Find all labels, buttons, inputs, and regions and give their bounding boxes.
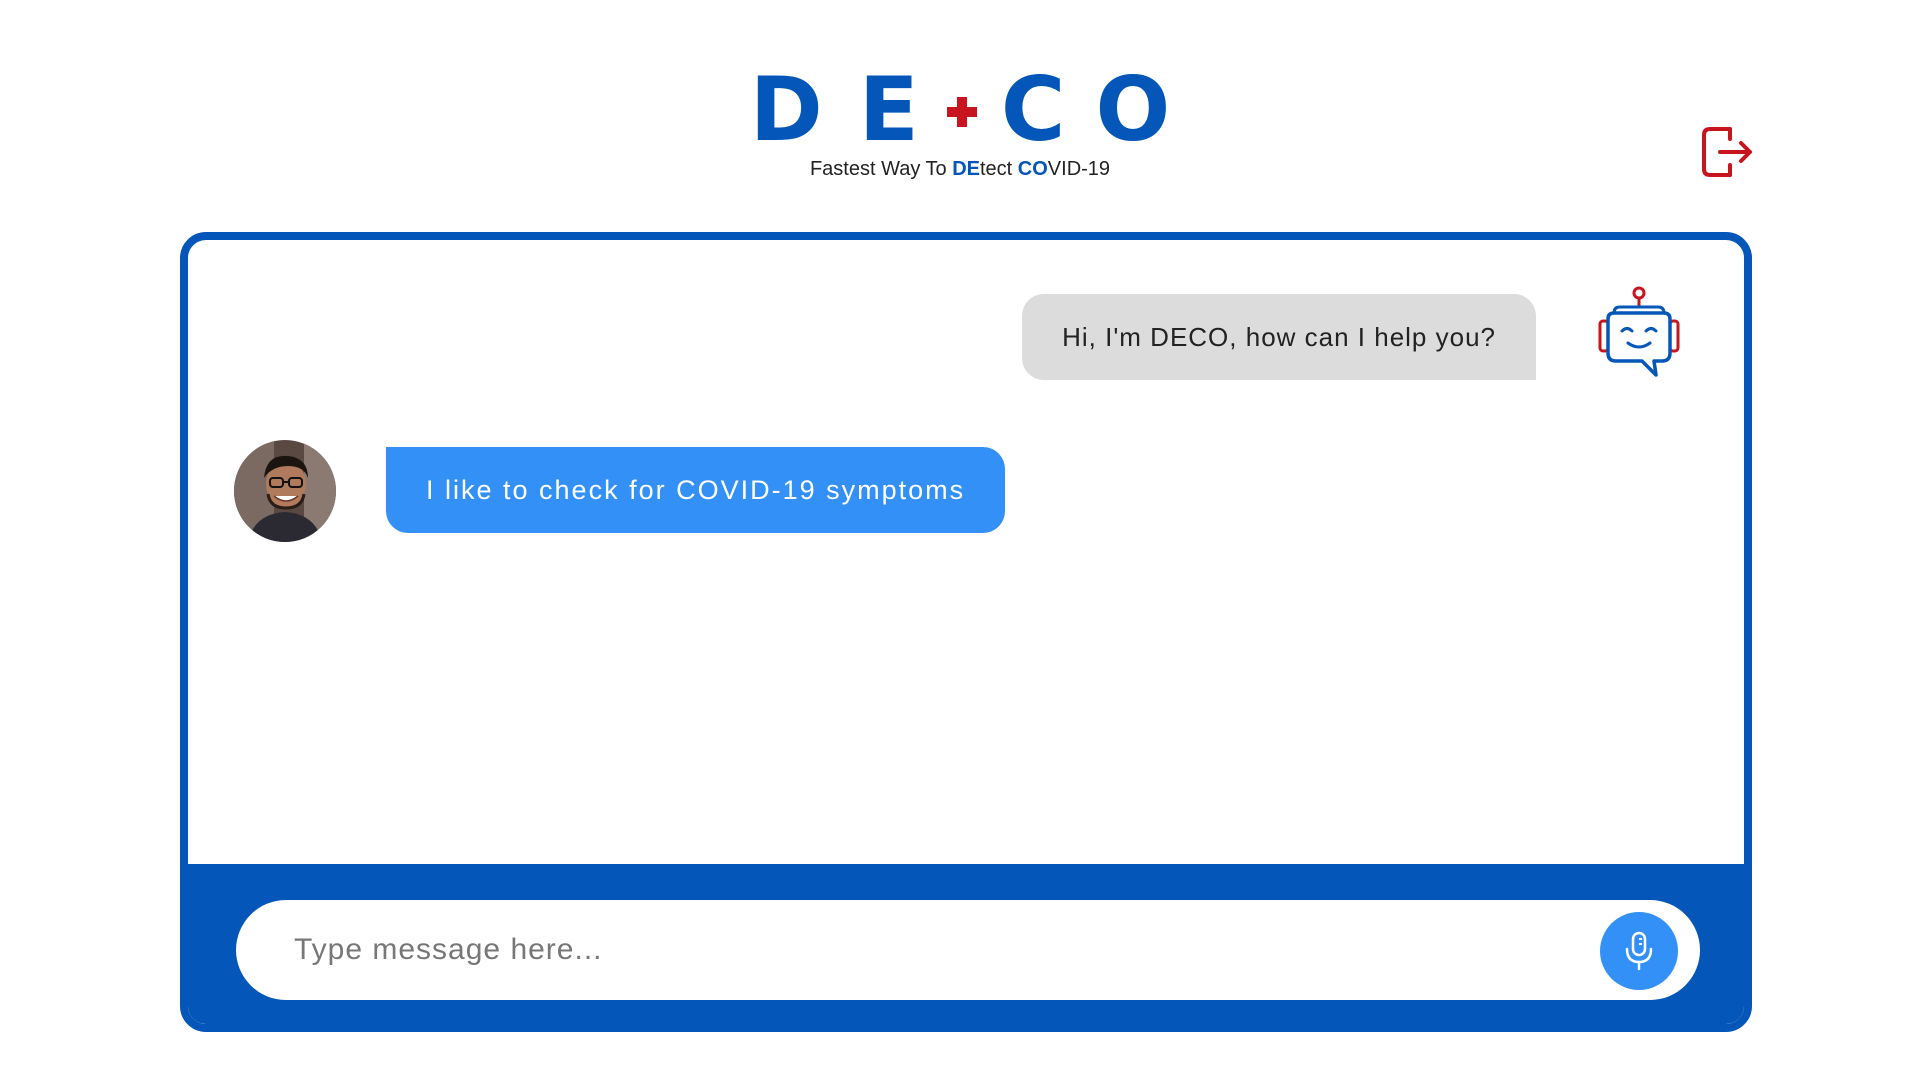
tagline-suffix: VID-19	[1047, 158, 1111, 180]
deco-logo: DE CO	[0, 58, 1920, 161]
chat-panel: Hi, I'm DECO, how can I help you? I like…	[180, 232, 1752, 1032]
user-message-text: I like to check for COVID-19 symptoms	[426, 474, 966, 505]
microphone-button[interactable]	[1600, 912, 1678, 990]
user-message: I like to check for COVID-19 symptoms	[386, 447, 1006, 533]
tagline-prefix: Fastest Way To	[809, 158, 953, 180]
tagline-mid: tect	[980, 158, 1018, 180]
logo-text-left: DE	[749, 58, 955, 161]
message-composer	[188, 864, 1744, 1024]
logout-icon	[1702, 127, 1752, 177]
message-input-container	[236, 900, 1700, 1000]
app-root: DE CO Fastest Way To DEtect COVID-19 Hi,…	[0, 0, 1920, 1080]
logo-text-right: CO	[1000, 58, 1201, 161]
message-input[interactable]	[294, 933, 1534, 967]
logout-button[interactable]	[1700, 125, 1754, 179]
tagline: Fastest Way To DEtect COVID-19	[0, 158, 1920, 181]
microphone-icon	[1625, 931, 1653, 971]
message-list: Hi, I'm DECO, how can I help you? I like…	[188, 240, 1744, 864]
robot-chat-icon	[1584, 285, 1694, 395]
user-avatar	[234, 440, 336, 542]
bot-message: Hi, I'm DECO, how can I help you?	[1022, 294, 1536, 380]
medical-cross-icon	[946, 96, 977, 127]
tagline-highlight-co: CO	[1017, 158, 1048, 180]
bot-message-text: Hi, I'm DECO, how can I help you?	[1062, 321, 1496, 352]
tagline-highlight-de: DE	[952, 158, 980, 180]
